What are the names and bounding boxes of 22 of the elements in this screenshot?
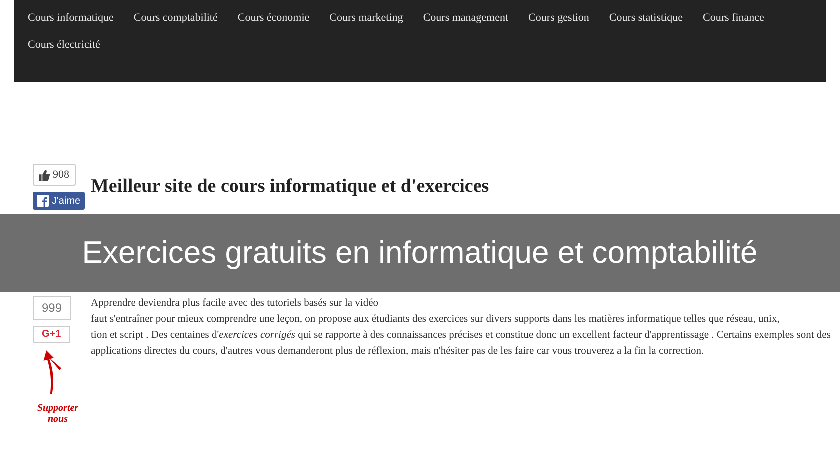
nav-link[interactable]: Cours statistique <box>609 10 683 26</box>
article-text: Apprendre deviendra plus facile avec des tutoriels basés sur la vidéo <box>91 297 380 311</box>
facebook-icon <box>37 195 49 207</box>
nav-link[interactable]: Cours comptabilité <box>134 10 218 26</box>
thumbs-up-icon <box>39 170 50 180</box>
nav-link[interactable]: Cours management <box>423 10 509 26</box>
like-count: 908 <box>53 169 70 181</box>
article-text: tion et script . Des centaines d'exercices corrigés qui se rapporte à des connaissances précises et constitue donc un excellent facteur d'apprentissage . Certains exemples sont des <box>91 329 831 343</box>
article-heading: Meilleur site de cours informatique et d'exercices <box>91 176 490 198</box>
share-counter: 999 <box>33 296 72 320</box>
article-text: applications directes du cours, d'autres vous demanderont plus de réflexion, mais n'hésiter pas de les faire car vous trouverez a la fin la correction. <box>91 345 706 359</box>
nav-link[interactable]: Cours informatique <box>28 10 114 26</box>
plus-one-button[interactable]: G+1 <box>33 326 70 343</box>
nav-link[interactable]: Cours électricité <box>28 37 100 53</box>
article-text: faut s'entraîner pour mieux comprendre une leçon, on propose aux étudiants des exercices sur divers supports dans les matières informatique telles que réseau, unix, <box>91 313 781 327</box>
nav-link[interactable]: Cours finance <box>703 10 764 26</box>
nav-link[interactable]: Cours économie <box>238 10 310 26</box>
nav-link[interactable]: Cours marketing <box>330 10 404 26</box>
nav-link[interactable]: Cours gestion <box>528 10 590 26</box>
banner-title: Exercices gratuits en informatique et comptabilité <box>82 235 758 271</box>
like-button[interactable]: J'aime <box>33 192 85 210</box>
support-label: Supporter nous <box>36 403 80 425</box>
